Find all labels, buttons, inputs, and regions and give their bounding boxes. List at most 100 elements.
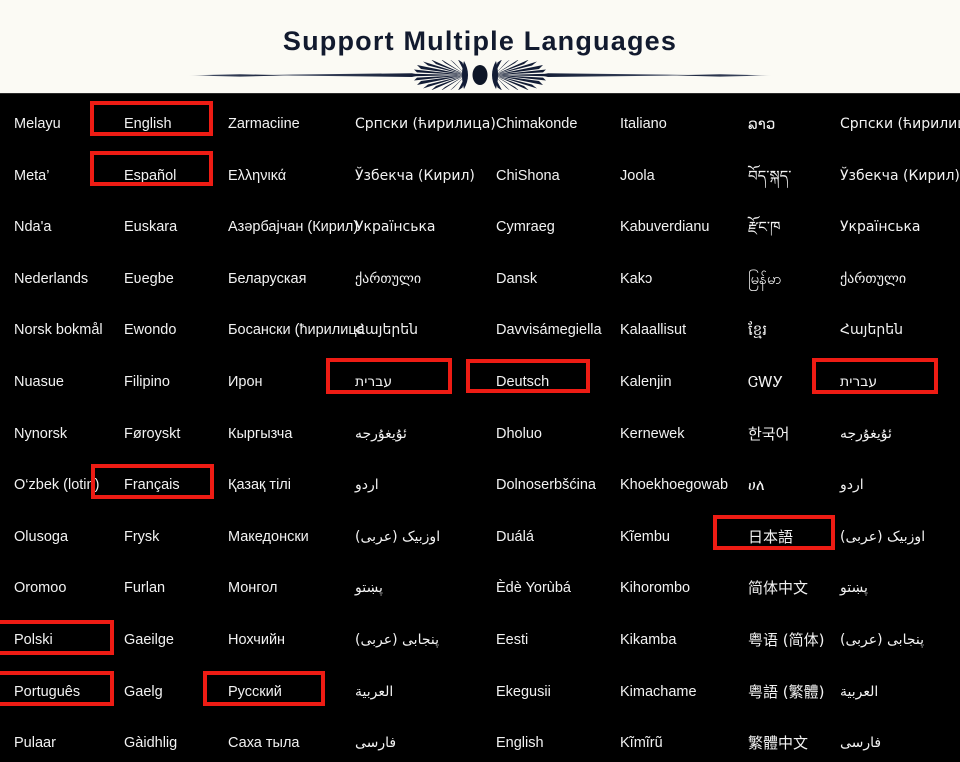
language-item[interactable]: Pulaar [14, 736, 56, 751]
language-item[interactable]: ລາວ [748, 117, 775, 132]
language-item[interactable]: Eesti [496, 633, 528, 648]
language-item[interactable]: Нохчийн [228, 633, 285, 648]
language-item[interactable]: Kernewek [620, 427, 684, 442]
language-item[interactable]: اردو [355, 478, 379, 492]
language-item[interactable]: 繁體中文 [748, 736, 808, 751]
language-item[interactable]: ខ្មែរ [748, 323, 767, 338]
language-item[interactable]: Kihorombo [620, 581, 690, 596]
language-item[interactable]: Oromoo [14, 581, 66, 596]
language-item[interactable]: Chimakonde [496, 117, 577, 132]
language-item[interactable]: O‘zbek (lotin) [14, 478, 99, 493]
language-item[interactable]: فارسی [355, 736, 396, 750]
language-item[interactable]: Duálá [496, 530, 534, 545]
language-item[interactable]: Українська [840, 220, 920, 234]
language-item[interactable]: Հայերեն [355, 323, 418, 337]
language-item[interactable]: Кыргызча [228, 427, 292, 442]
language-item[interactable]: Zarmaciine [228, 117, 300, 132]
language-item[interactable]: العربية [355, 685, 393, 699]
language-item[interactable]: اردو [840, 478, 864, 492]
language-item[interactable]: پنجابی (عربی) [355, 633, 439, 647]
language-item[interactable]: Ekegusii [496, 685, 551, 700]
language-item[interactable]: Kikamba [620, 633, 676, 648]
language-item[interactable]: Հայերեն [840, 323, 903, 337]
language-item[interactable]: ChiShona [496, 169, 560, 184]
language-item[interactable]: Joola [620, 169, 655, 184]
language-item[interactable]: Dansk [496, 272, 537, 287]
language-item[interactable]: မြန်မာ [748, 271, 782, 287]
language-item[interactable]: Português [14, 685, 80, 700]
language-item[interactable]: Filipino [124, 375, 170, 390]
language-item[interactable]: Cymraeg [496, 220, 555, 235]
language-item[interactable]: ئۇيغۇرجە [355, 427, 407, 441]
language-item[interactable]: Беларуская [228, 272, 306, 287]
language-item[interactable]: Kĩmĩrũ [620, 736, 663, 751]
language-item[interactable]: Melayu [14, 117, 61, 132]
language-item[interactable]: Euskara [124, 220, 177, 235]
language-item[interactable]: Furlan [124, 581, 165, 596]
language-item[interactable]: Ўзбекча (Кирил) [840, 169, 960, 183]
language-item[interactable]: 粤语 (简体) [748, 633, 824, 648]
language-item[interactable]: ᏣᎳᎩ [748, 375, 783, 390]
language-item[interactable]: Монгол [228, 581, 278, 596]
language-item[interactable]: Українська [355, 220, 435, 234]
language-item[interactable]: اوزبیک (عربی) [840, 530, 925, 544]
language-item[interactable]: Gaeilge [124, 633, 174, 648]
language-item[interactable]: Саха тыла [228, 736, 299, 751]
language-item[interactable]: Ўзбекча (Кирил) [355, 169, 475, 183]
language-item[interactable]: Nynorsk [14, 427, 67, 442]
language-item[interactable]: ئۇيغۇرجە [840, 427, 892, 441]
language-item[interactable]: ქართული [355, 272, 421, 286]
language-item[interactable]: پنجابی (عربی) [840, 633, 924, 647]
language-item[interactable]: Kalaallisut [620, 323, 686, 338]
language-item[interactable]: Italiano [620, 117, 667, 132]
language-item[interactable]: English [124, 117, 172, 132]
language-item[interactable]: עברית [355, 375, 392, 389]
language-item[interactable]: Frysk [124, 530, 159, 545]
language-item[interactable]: پښتو [355, 581, 383, 595]
language-item[interactable]: Føroyskt [124, 427, 180, 442]
language-item[interactable]: Ελληνικά [228, 169, 286, 184]
language-item[interactable]: Српски (ћирилица [840, 117, 960, 131]
language-item[interactable]: Eʋegbe [124, 272, 174, 287]
language-item[interactable]: ქართული [840, 272, 906, 286]
language-item[interactable]: Nederlands [14, 272, 88, 287]
language-item[interactable]: Ирон [228, 375, 263, 390]
language-item[interactable]: Gaelg [124, 685, 163, 700]
language-item[interactable]: Nuasue [14, 375, 64, 390]
language-list-grid[interactable]: Melayu Meta’ Nda'a Nederlands Norsk bokmål Nu… [0, 93, 960, 762]
language-item[interactable]: 한국어 [748, 426, 789, 442]
language-item[interactable]: Dholuo [496, 427, 542, 442]
language-item[interactable]: Kĩembu [620, 530, 670, 545]
language-item[interactable]: Dolnoserbšćina [496, 478, 596, 493]
language-item[interactable]: Español [124, 169, 176, 184]
language-item[interactable]: Македонски [228, 530, 309, 545]
language-item[interactable]: Kakɔ [620, 272, 652, 287]
language-item[interactable]: Français [124, 478, 180, 493]
language-item[interactable]: Русский [228, 685, 282, 700]
language-item[interactable]: 粤語 (繁體) [748, 684, 824, 700]
language-item[interactable]: Èdè Yorùbá [496, 581, 571, 596]
language-item[interactable]: עברית [840, 375, 877, 389]
language-item[interactable]: བོད་སྐད་ [748, 168, 791, 184]
language-item[interactable]: پښتو [840, 581, 868, 595]
language-item[interactable]: Deutsch [496, 375, 549, 390]
language-item[interactable]: 简体中文 [748, 581, 808, 596]
language-item[interactable]: Српски (ћирилица) [355, 117, 496, 131]
language-item[interactable]: 日本語 [748, 529, 793, 545]
language-item[interactable]: Polski [14, 633, 53, 648]
language-item[interactable]: العربية [840, 685, 878, 699]
language-item[interactable]: Ewondo [124, 323, 176, 338]
language-item[interactable]: Olusoga [14, 530, 68, 545]
language-item[interactable]: Davvisámegiella [496, 323, 602, 338]
language-item[interactable]: Қазақ тілі [228, 478, 291, 493]
language-item[interactable]: Meta’ [14, 169, 49, 184]
language-item[interactable]: རྫོང་ཁ [748, 220, 781, 235]
language-item[interactable]: فارسی [840, 736, 881, 750]
language-item[interactable]: ሀለ [748, 478, 765, 493]
language-item[interactable]: English [496, 736, 544, 751]
language-item[interactable]: اوزبیک (عربی) [355, 530, 440, 544]
language-item[interactable]: Khoekhoegowab [620, 478, 728, 493]
language-item[interactable]: Kalenjin [620, 375, 672, 390]
language-item[interactable]: Kabuverdianu [620, 220, 710, 235]
language-item[interactable]: Gàidhlig [124, 736, 177, 751]
